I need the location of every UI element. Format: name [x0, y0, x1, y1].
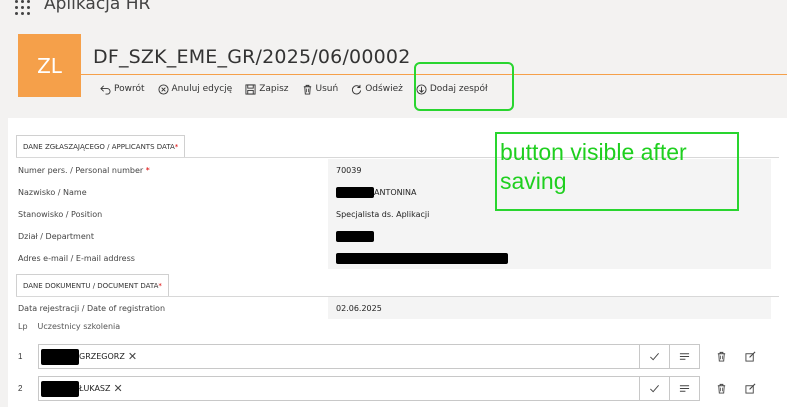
- name-label: Nazwisko / Name: [18, 187, 87, 197]
- confirm-button[interactable]: [640, 376, 670, 401]
- trash-icon[interactable]: [716, 383, 727, 394]
- redacted-block: [41, 348, 79, 365]
- email-label: Adres e-mail / E-mail address: [18, 253, 135, 263]
- save-button[interactable]: Zapisz: [245, 83, 289, 95]
- email-row: Adres e-mail / E-mail address: [8, 247, 771, 269]
- delete-label: Usuń: [315, 84, 339, 94]
- department-label: Dział / Department: [18, 231, 94, 241]
- cancel-edit-label: Anuluj edycję: [171, 84, 233, 94]
- lines-icon: [679, 385, 690, 392]
- applicant-section-title: DANE ZGŁASZAJĄCEGO / APPLICANTS DATA: [23, 142, 175, 151]
- participants-column-header: Uczestnicy szkolenia: [37, 322, 121, 331]
- personal-number-label: Numer pers. / Personal number *: [8, 166, 328, 175]
- email-value: [328, 247, 771, 269]
- field-label-text: Numer pers. / Personal number: [18, 165, 144, 175]
- position-label: Stanowisko / Position: [18, 209, 103, 219]
- check-icon: [650, 384, 659, 393]
- delete-button[interactable]: Usuń: [302, 84, 339, 95]
- edit-icon[interactable]: [745, 351, 756, 362]
- page-title: DF_SZK_EME_GR/2025/06/00002: [93, 46, 411, 68]
- applicant-section-tab: DANE ZGŁASZAJĄCEGO / APPLICANTS DATA *: [16, 135, 186, 157]
- redacted-block: [336, 252, 508, 264]
- add-team-highlight-frame: [414, 62, 514, 111]
- required-mark: *: [158, 281, 162, 290]
- undo-arrow-icon: [100, 84, 111, 95]
- row-number: 1: [18, 352, 23, 361]
- row-number: 2: [18, 384, 23, 393]
- trash-icon[interactable]: [716, 351, 727, 362]
- remove-participant-icon[interactable]: ✕: [128, 350, 137, 363]
- app-bar: Aplikacja HR: [0, 0, 787, 20]
- header-divider: [18, 74, 787, 75]
- refresh-label: Odśwież: [365, 84, 403, 94]
- document-section-tab: DANE DOKUMENTU / DOCUMENT DATA *: [16, 274, 169, 296]
- details-button[interactable]: [670, 376, 700, 401]
- remove-participant-icon[interactable]: ✕: [114, 382, 123, 395]
- save-icon: [245, 83, 256, 95]
- cancel-circle-icon: [157, 83, 169, 95]
- confirm-button[interactable]: [640, 344, 670, 369]
- registration-date-label: Data rejestracji / Date of registration: [18, 303, 166, 313]
- name-value-text: ANTONINA: [374, 187, 417, 197]
- table-row: 1 GRZEGORZ ✕: [8, 344, 771, 370]
- lp-column-header: Lp: [18, 322, 28, 331]
- department-value: [328, 225, 771, 247]
- required-mark: *: [174, 142, 179, 151]
- annotation-text: button visible after saving: [500, 139, 687, 194]
- back-button[interactable]: Powrót: [100, 84, 145, 95]
- table-row: 2 ŁUKASZ ✕: [8, 376, 771, 402]
- registration-date-row: Data rejestracji / Date of registration …: [8, 297, 771, 319]
- document-section-title: DANE DOKUMENTU / DOCUMENT DATA: [23, 281, 159, 290]
- avatar: ZL: [18, 34, 81, 97]
- redacted-block: [41, 380, 79, 397]
- participants-header: Lp Uczestnicy szkolenia: [8, 322, 120, 331]
- refresh-button[interactable]: Odśwież: [351, 84, 403, 95]
- back-button-label: Powrót: [114, 84, 145, 94]
- registration-date-value: 02.06.2025: [328, 297, 771, 319]
- refresh-icon: [351, 84, 362, 95]
- check-icon: [650, 352, 659, 361]
- redacted-block: [336, 230, 374, 242]
- annotation-callout: button visible after saving: [495, 132, 739, 211]
- lines-icon: [679, 353, 690, 360]
- details-button[interactable]: [670, 344, 700, 369]
- document-header: ZL DF_SZK_EME_GR/2025/06/00002: [0, 28, 787, 116]
- trash-icon: [302, 84, 313, 95]
- participant-field[interactable]: ŁUKASZ ✕: [38, 376, 640, 401]
- save-label: Zapisz: [259, 84, 289, 94]
- participant-field[interactable]: GRZEGORZ ✕: [38, 344, 640, 369]
- participant-name: GRZEGORZ: [79, 352, 125, 361]
- participant-name: ŁUKASZ: [79, 384, 111, 393]
- app-title: Aplikacja HR: [44, 0, 151, 14]
- app-launcher-icon[interactable]: [15, 0, 31, 15]
- required-mark: *: [145, 165, 150, 175]
- cancel-edit-button[interactable]: Anuluj edycję: [157, 83, 233, 95]
- redacted-block: [336, 186, 374, 198]
- department-row: Dział / Department: [8, 225, 771, 247]
- edit-icon[interactable]: [745, 383, 756, 394]
